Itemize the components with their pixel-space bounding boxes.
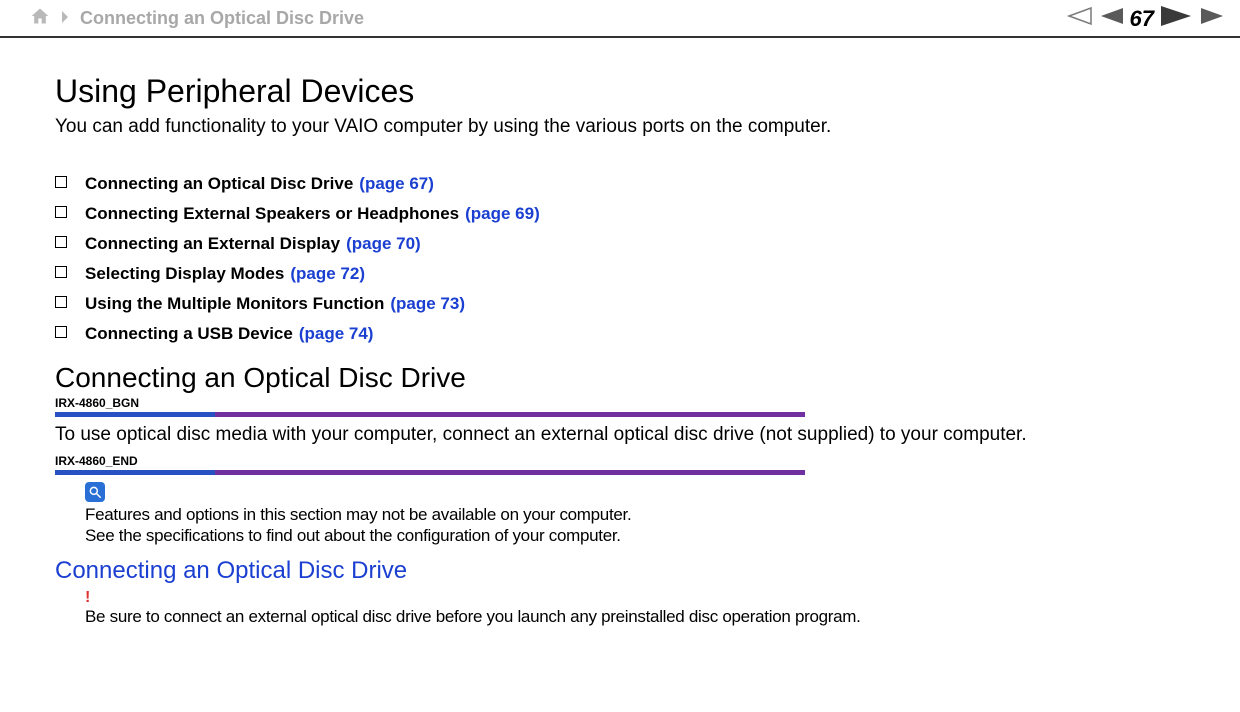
page-nav: 67 bbox=[1066, 5, 1226, 32]
square-bullet-icon bbox=[55, 266, 67, 278]
warning-text: Be sure to connect an external optical d… bbox=[85, 607, 1200, 627]
page-title: Using Peripheral Devices bbox=[55, 73, 1200, 110]
square-bullet-icon bbox=[55, 326, 67, 338]
toc-label: Selecting Display Modes bbox=[85, 264, 284, 283]
toc-page-link[interactable]: (page 67) bbox=[359, 174, 434, 193]
toc-page-link[interactable]: (page 72) bbox=[290, 264, 365, 283]
chevron-right-icon bbox=[60, 8, 70, 29]
divider-rule bbox=[55, 412, 805, 417]
note-text-line: See the specifications to find out about… bbox=[85, 525, 1200, 546]
toc-page-link[interactable]: (page 74) bbox=[299, 324, 374, 343]
page-content: Using Peripheral Devices You can add fun… bbox=[0, 38, 1240, 627]
section-body: To use optical disc media with your comp… bbox=[55, 424, 1200, 446]
section-heading: Connecting an Optical Disc Drive bbox=[55, 362, 1200, 394]
arrow-prev-icon[interactable] bbox=[1098, 7, 1124, 30]
warning-block: ! Be sure to connect an external optical… bbox=[85, 589, 1200, 627]
toc-page-link[interactable]: (page 73) bbox=[390, 294, 465, 313]
toc-item[interactable]: Connecting an Optical Disc Drive (page 67… bbox=[55, 174, 1200, 194]
marker-begin: IRX-4860_BGN bbox=[55, 396, 1200, 410]
square-bullet-icon bbox=[55, 236, 67, 248]
toc-item[interactable]: Selecting Display Modes (page 72) bbox=[55, 264, 1200, 284]
toc-label: Connecting a USB Device bbox=[85, 324, 293, 343]
toc-label: Connecting External Speakers or Headphon… bbox=[85, 204, 459, 223]
toc-item[interactable]: Connecting an External Display (page 70) bbox=[55, 234, 1200, 254]
arrow-next-large-icon[interactable] bbox=[1160, 5, 1194, 32]
search-icon bbox=[85, 482, 105, 502]
arrow-prev-outline-icon[interactable] bbox=[1066, 7, 1092, 30]
toc-item[interactable]: Connecting a USB Device (page 74) bbox=[55, 324, 1200, 344]
intro-text: You can add functionality to your VAIO c… bbox=[55, 116, 1200, 138]
toc-page-link[interactable]: (page 69) bbox=[465, 204, 540, 223]
toc-item[interactable]: Using the Multiple Monitors Function (pag… bbox=[55, 294, 1200, 314]
divider-rule bbox=[55, 470, 805, 475]
sub-heading: Connecting an Optical Disc Drive bbox=[55, 557, 1200, 585]
breadcrumb-text: Connecting an Optical Disc Drive bbox=[80, 8, 364, 29]
warning-icon: ! bbox=[85, 589, 1200, 607]
square-bullet-icon bbox=[55, 296, 67, 308]
toc-label: Connecting an External Display bbox=[85, 234, 340, 253]
note-block: Features and options in this section may… bbox=[85, 482, 1200, 547]
home-icon[interactable] bbox=[30, 6, 50, 31]
toc-list: Connecting an Optical Disc Drive (page 67… bbox=[55, 174, 1200, 344]
toc-item[interactable]: Connecting External Speakers or Headphon… bbox=[55, 204, 1200, 224]
toc-label: Using the Multiple Monitors Function bbox=[85, 294, 384, 313]
toc-label: Connecting an Optical Disc Drive bbox=[85, 174, 353, 193]
square-bullet-icon bbox=[55, 206, 67, 218]
breadcrumb: Connecting an Optical Disc Drive bbox=[30, 6, 364, 31]
note-text-line: Features and options in this section may… bbox=[85, 504, 1200, 525]
page-number: 67 bbox=[1130, 6, 1154, 32]
marker-end: IRX-4860_END bbox=[55, 454, 1200, 468]
toc-page-link[interactable]: (page 70) bbox=[346, 234, 421, 253]
page-header: Connecting an Optical Disc Drive 67 bbox=[0, 0, 1240, 38]
arrow-next-icon[interactable] bbox=[1200, 7, 1226, 30]
square-bullet-icon bbox=[55, 176, 67, 188]
